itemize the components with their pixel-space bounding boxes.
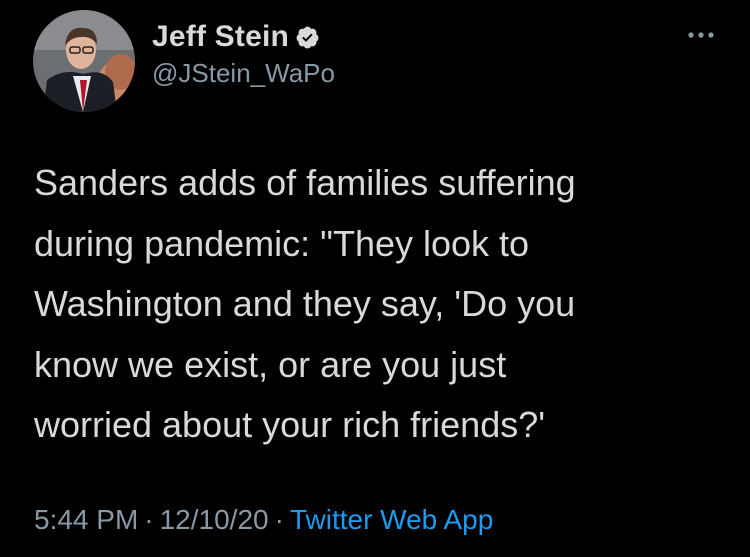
verified-badge-icon xyxy=(295,25,320,50)
tweet: Jeff Stein @JStein_WaPo Sanders adds of … xyxy=(0,0,750,557)
tweet-text-line: Washington and they say, 'Do you xyxy=(34,283,576,324)
more-options-icon[interactable] xyxy=(686,28,716,42)
author-display-name[interactable]: Jeff Stein xyxy=(152,20,289,54)
tweet-text-line: worried about your rich friends?' xyxy=(34,404,546,445)
avatar-photo xyxy=(33,10,135,112)
tweet-text-line: Sanders adds of families suffering xyxy=(34,162,576,203)
tweet-text: Sanders adds of families suffering durin… xyxy=(34,153,724,456)
author-handle[interactable]: @JStein_WaPo xyxy=(152,58,335,89)
tweet-time[interactable]: 5:44 PM xyxy=(34,504,138,535)
tweet-text-line: during pandemic: "They look to xyxy=(34,222,530,264)
tweet-text-line: know we exist, or are you just xyxy=(34,343,507,385)
avatar[interactable] xyxy=(33,10,135,112)
meta-separator: · xyxy=(144,504,154,535)
meta-separator: · xyxy=(274,504,284,535)
tweet-meta: 5:44 PM · 12/10/20 · Twitter Web App xyxy=(34,504,493,536)
tweet-date[interactable]: 12/10/20 xyxy=(160,504,269,535)
tweet-source-link[interactable]: Twitter Web App xyxy=(290,504,493,535)
author-name-row[interactable]: Jeff Stein xyxy=(152,18,320,56)
